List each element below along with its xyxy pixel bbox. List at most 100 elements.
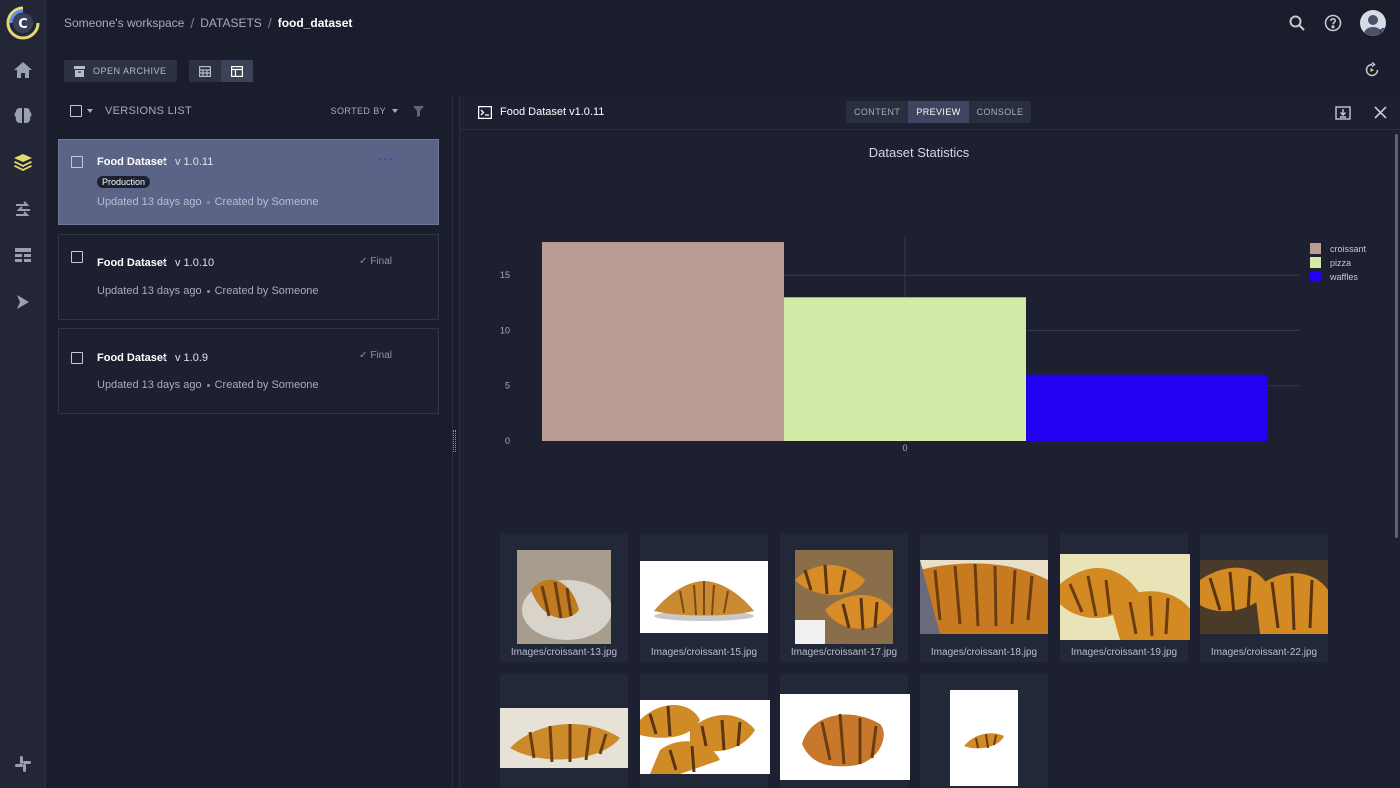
resize-handle[interactable] (453, 430, 456, 452)
version-detail-panel: Food Dataset v1.0.11 CONTENT PREVIEW CON… (459, 96, 1400, 788)
image-thumbnail[interactable]: Images/croissant-13.jpg (500, 534, 628, 662)
image-thumbnail[interactable] (640, 674, 770, 788)
archive-icon (74, 65, 85, 77)
image-filename: Images/croissant-15.jpg (650, 647, 758, 658)
image-filename: Images/croissant-22.jpg (1210, 647, 1318, 658)
image-thumbnail[interactable]: Images/croissant-17.jpg (780, 534, 908, 662)
legend-label-waffles: waffles (1329, 272, 1358, 282)
croissant-image (640, 700, 770, 774)
image-filename: Images/croissant-18.jpg (930, 647, 1038, 658)
croissant-image (920, 560, 1048, 634)
chart-bar-croissant (542, 242, 784, 441)
legend-swatch-pizza (1310, 257, 1321, 268)
reports-table-icon[interactable] (0, 238, 46, 274)
image-thumbnail[interactable]: Images/croissant-15.jpg (640, 534, 768, 662)
brain-icon[interactable] (0, 98, 46, 134)
chart-bar-waffles (1026, 374, 1268, 441)
created-by: Created by Someone (214, 285, 319, 297)
help-icon[interactable] (1324, 14, 1342, 32)
view-mode-toggle (188, 60, 253, 82)
croissant-image (950, 690, 1018, 786)
version-card[interactable]: Food Dataset v 1.0.9 ✓ Final Updated 13 … (58, 328, 439, 414)
image-filename: Images/croissant-13.jpg (510, 647, 618, 658)
croissant-image (1200, 560, 1328, 634)
image-thumbnail[interactable] (920, 674, 1048, 788)
version-number: v 1.0.11 (175, 156, 214, 168)
version-number: v 1.0.10 (175, 257, 215, 269)
created-by: Created by Someone (214, 196, 319, 208)
pipelines-icon[interactable] (0, 192, 46, 228)
croissant-image (780, 694, 910, 780)
updated-time: Updated 13 days ago (97, 285, 202, 297)
updated-time: Updated 13 days ago (97, 196, 202, 208)
image-thumbnail[interactable]: Images/croissant-19.jpg (1060, 534, 1190, 662)
sorted-by-label: SORTED BY (330, 106, 386, 116)
separator-dot (163, 357, 166, 360)
chart-y-tick-label: 15 (500, 270, 510, 280)
image-filename: Images/croissant-19.jpg (1070, 647, 1178, 658)
left-nav-rail: C (0, 0, 46, 788)
dataset-name: Food Dataset (97, 156, 167, 168)
croissant-image (517, 550, 611, 644)
top-bar: Someone's workspace / DATASETS / food_da… (46, 0, 1400, 46)
separator-dot (163, 161, 166, 164)
image-thumbnail[interactable]: Images/croissant-22.jpg (1200, 534, 1328, 662)
datasets-layers-icon[interactable] (0, 144, 46, 180)
preview-scrollbar[interactable] (1395, 134, 1398, 538)
breadcrumb-current: food_dataset (277, 16, 353, 30)
user-avatar[interactable] (1360, 10, 1386, 36)
slack-icon[interactable] (0, 746, 46, 782)
image-thumbnail[interactable] (780, 674, 910, 788)
filter-icon[interactable] (413, 105, 424, 117)
separator-dot (163, 262, 166, 265)
open-archive-button[interactable]: OPEN ARCHIVE (64, 60, 177, 82)
draft-status-icon: • • • (379, 155, 392, 164)
version-checkbox[interactable] (71, 156, 83, 168)
breadcrumb-datasets[interactable]: DATASETS (200, 16, 262, 30)
legend-swatch-croissant (1310, 243, 1321, 254)
croissant-image (500, 708, 628, 768)
home-icon[interactable] (0, 52, 46, 88)
auto-refresh-icon[interactable] (1364, 62, 1380, 78)
chart-bar-pizza (784, 297, 1026, 441)
legend-label-croissant: croissant (1330, 244, 1367, 254)
legend-swatch-waffles (1310, 271, 1321, 282)
production-tag[interactable]: Production (97, 176, 151, 188)
version-meta: Updated 13 days ago Created by Someone (97, 285, 319, 297)
image-thumbnail[interactable] (500, 674, 628, 788)
created-by: Created by Someone (214, 379, 319, 391)
search-icon[interactable] (1288, 14, 1306, 32)
open-archive-label: OPEN ARCHIVE (93, 66, 167, 76)
breadcrumb-separator: / (190, 15, 195, 31)
final-status: ✓ Final (359, 256, 392, 267)
chart-y-tick-label: 0 (505, 436, 510, 446)
version-meta: Updated 13 days ago Created by Someone (97, 196, 319, 208)
select-menu-caret-icon[interactable] (87, 109, 93, 113)
version-checkbox[interactable] (71, 251, 83, 263)
chart-y-tick-label: 10 (500, 325, 510, 335)
select-all-checkbox[interactable] (70, 105, 82, 117)
deploy-arrow-icon[interactable] (0, 284, 46, 320)
version-checkbox[interactable] (71, 352, 83, 364)
svg-text:C: C (18, 17, 28, 32)
version-card[interactable]: Food Dataset v 1.0.10 ✓ Final Updated 13… (58, 234, 439, 320)
versions-list-title: VERSIONS LIST (105, 105, 193, 117)
details-view-button[interactable] (220, 60, 253, 82)
table-view-button[interactable] (189, 60, 221, 82)
croissant-image (795, 550, 893, 644)
chart-y-tick-label: 5 (505, 381, 510, 391)
version-number: v 1.0.9 (175, 352, 209, 364)
breadcrumb-workspace[interactable]: Someone's workspace (64, 16, 184, 30)
dataset-name: Food Dataset (97, 352, 167, 364)
croissant-image (640, 561, 768, 633)
app-logo-icon[interactable]: C (6, 6, 40, 40)
version-card[interactable]: Food Dataset v 1.0.11 Production • • • U… (58, 139, 439, 225)
breadcrumb-separator: / (267, 15, 272, 31)
list-toolbar: OPEN ARCHIVE (64, 60, 253, 82)
versions-list-header: VERSIONS LIST SORTED BY (58, 96, 438, 126)
legend-label-pizza: pizza (1330, 258, 1351, 268)
croissant-image (1060, 554, 1190, 640)
image-thumbnail[interactable]: Images/croissant-18.jpg (920, 534, 1048, 662)
sort-dropdown[interactable]: SORTED BY (331, 106, 398, 116)
image-filename: Images/croissant-17.jpg (790, 647, 898, 658)
